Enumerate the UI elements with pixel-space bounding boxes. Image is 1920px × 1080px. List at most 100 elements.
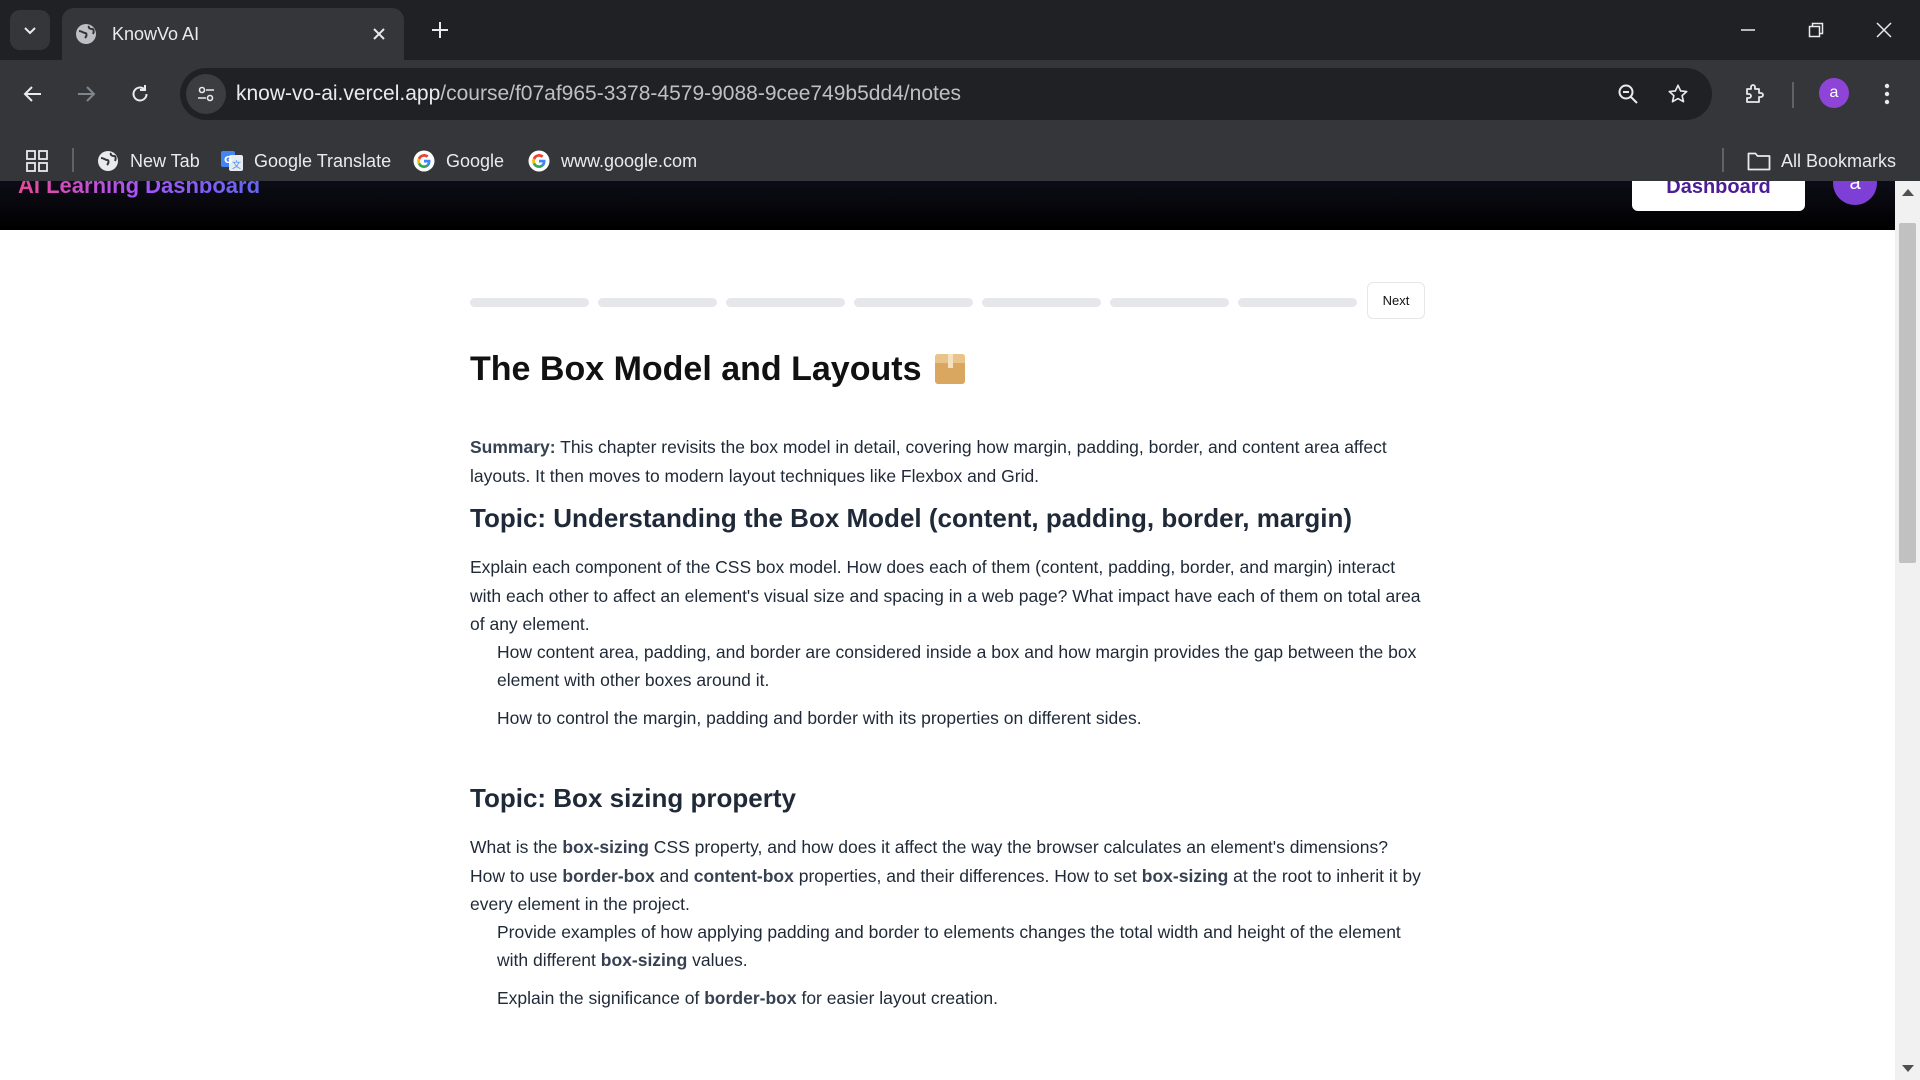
close-window-button[interactable] bbox=[1862, 12, 1906, 48]
reload-icon bbox=[132, 85, 148, 102]
progress-segment[interactable] bbox=[982, 298, 1101, 307]
reload-button[interactable] bbox=[120, 74, 160, 114]
tab-strip: KnowVo AI bbox=[0, 0, 1920, 60]
all-bookmarks-label: All Bookmarks bbox=[1781, 150, 1897, 171]
svg-text:文: 文 bbox=[232, 159, 241, 171]
body-text: Explain the significance of bbox=[497, 988, 705, 1008]
app-title[interactable]: AI Learning Dashboard bbox=[18, 181, 260, 199]
chapter-summary: Summary: This chapter revisits the box m… bbox=[470, 433, 1425, 490]
topic-bullet: Provide examples of how applying padding… bbox=[497, 919, 1425, 974]
browser-tab[interactable]: KnowVo AI bbox=[62, 8, 404, 60]
package-icon bbox=[935, 354, 966, 384]
body-text: for easier layout creation. bbox=[796, 988, 998, 1008]
topic-bullet: How content area, padding, and border ar… bbox=[497, 642, 1417, 690]
bookmark-new-tab[interactable]: New Tab bbox=[96, 146, 200, 176]
plus-icon bbox=[432, 22, 448, 38]
summary-label: Summary: bbox=[470, 437, 556, 457]
tab-title: KnowVo AI bbox=[112, 23, 200, 44]
address-bar[interactable]: know-vo-ai.vercel.app/course/f07af965-33… bbox=[180, 68, 1712, 120]
topic-bullet: How to control the margin, padding and b… bbox=[497, 708, 1142, 728]
forward-button[interactable] bbox=[66, 74, 106, 114]
extensions-icon[interactable] bbox=[1734, 74, 1774, 114]
summary-text: This chapter revisits the box model in d… bbox=[470, 437, 1387, 486]
bookmark-label: Google bbox=[446, 150, 505, 171]
topic-bullet: Explain the significance of border-box f… bbox=[497, 985, 1425, 1013]
body-text: properties, and their differences. How t… bbox=[793, 865, 1142, 886]
page-viewport: AI Learning Dashboard Dashboard a Next T… bbox=[0, 181, 1895, 1080]
url-text: know-vo-ai.vercel.app/course/f07af965-33… bbox=[236, 82, 961, 106]
new-tab-button[interactable] bbox=[424, 14, 456, 46]
apps-button[interactable] bbox=[26, 146, 48, 176]
progress-segment[interactable] bbox=[598, 298, 717, 307]
progress-segment[interactable] bbox=[854, 298, 973, 307]
code-term: border-box bbox=[562, 865, 655, 886]
google-translate-icon: G文 bbox=[220, 149, 244, 173]
code-term: box-sizing bbox=[562, 837, 649, 857]
bookmark-label: www.google.com bbox=[561, 150, 698, 171]
topic-heading: Topic: Understanding the Box Model (cont… bbox=[470, 503, 1353, 533]
code-term: content-box bbox=[693, 865, 794, 886]
topic-body: What is the box-sizing CSS property, and… bbox=[470, 833, 1425, 919]
progress-segment[interactable] bbox=[1110, 298, 1229, 307]
zoom-icon[interactable] bbox=[1608, 74, 1648, 114]
dashboard-button[interactable]: Dashboard bbox=[1632, 181, 1805, 211]
topic-heading: Topic: Box sizing property bbox=[470, 783, 796, 813]
restore-button[interactable] bbox=[1794, 12, 1838, 48]
url-host: know-vo-ai.vercel.app bbox=[236, 82, 441, 105]
apps-grid-icon bbox=[26, 150, 48, 172]
bookmark-google[interactable]: Google bbox=[412, 146, 504, 176]
arrow-right-icon bbox=[78, 86, 96, 102]
close-tab-icon[interactable] bbox=[368, 23, 390, 45]
scroll-down-arrow-icon[interactable] bbox=[1902, 1065, 1914, 1072]
toolbar-separator bbox=[1792, 82, 1794, 108]
minimize-icon bbox=[1741, 29, 1755, 31]
globe-icon bbox=[96, 149, 120, 173]
url-path: /course/f07af965-3378-4579-9088-9cee749b… bbox=[440, 82, 962, 105]
scrollbar-thumb[interactable] bbox=[1899, 223, 1916, 563]
code-term: border-box bbox=[704, 988, 797, 1008]
code-term: box-sizing bbox=[1141, 865, 1229, 886]
site-info-button[interactable] bbox=[186, 74, 226, 114]
progress-segment[interactable] bbox=[1238, 298, 1357, 307]
next-button[interactable]: Next bbox=[1367, 282, 1425, 319]
user-avatar[interactable]: a bbox=[1833, 181, 1877, 205]
profile-avatar[interactable]: a bbox=[1819, 78, 1849, 108]
bookmarks-bar: New Tab G文 Google Translate Google www.g… bbox=[0, 134, 1920, 186]
body-text: What is the bbox=[470, 837, 563, 857]
body-text: and bbox=[654, 865, 694, 886]
bookmarks-separator bbox=[1722, 148, 1724, 172]
browser-toolbar: know-vo-ai.vercel.app/course/f07af965-33… bbox=[0, 60, 1920, 190]
scroll-up-arrow-icon[interactable] bbox=[1902, 189, 1914, 196]
minimize-button[interactable] bbox=[1726, 12, 1770, 48]
tune-icon bbox=[198, 86, 214, 102]
page-scrollbar[interactable] bbox=[1895, 181, 1920, 1080]
bookmark-star-icon[interactable] bbox=[1658, 74, 1698, 114]
back-button[interactable] bbox=[13, 74, 53, 114]
code-term: box-sizing bbox=[600, 949, 688, 970]
chapter-title: The Box Model and Layouts bbox=[470, 350, 966, 389]
progress-segment[interactable] bbox=[726, 298, 845, 307]
google-icon bbox=[527, 149, 551, 173]
bookmark-label: New Tab bbox=[130, 150, 200, 171]
svg-text:G: G bbox=[224, 155, 232, 166]
google-icon bbox=[412, 149, 436, 173]
chapter-progress: Next bbox=[470, 282, 1425, 322]
chevron-down-icon bbox=[24, 27, 36, 35]
restore-icon bbox=[1808, 22, 1824, 38]
bookmark-www-google[interactable]: www.google.com bbox=[527, 146, 697, 176]
more-menu-icon[interactable] bbox=[1867, 74, 1907, 114]
app-header: AI Learning Dashboard Dashboard a bbox=[0, 181, 1895, 230]
globe-icon bbox=[74, 22, 98, 46]
bookmark-label: Google Translate bbox=[254, 150, 392, 171]
topic-body: Explain each component of the CSS box mo… bbox=[470, 557, 1421, 634]
progress-segment[interactable] bbox=[470, 298, 589, 307]
body-text: values. bbox=[687, 949, 748, 970]
tab-search-button[interactable] bbox=[10, 10, 50, 50]
close-icon bbox=[1876, 22, 1892, 38]
bookmark-google-translate[interactable]: G文 Google Translate bbox=[220, 146, 391, 176]
bookmarks-separator bbox=[72, 148, 74, 172]
all-bookmarks-button[interactable]: All Bookmarks bbox=[1747, 146, 1896, 176]
arrow-left-icon bbox=[23, 86, 41, 102]
folder-icon bbox=[1747, 149, 1771, 173]
chapter-title-text: The Box Model and Layouts bbox=[470, 350, 922, 388]
